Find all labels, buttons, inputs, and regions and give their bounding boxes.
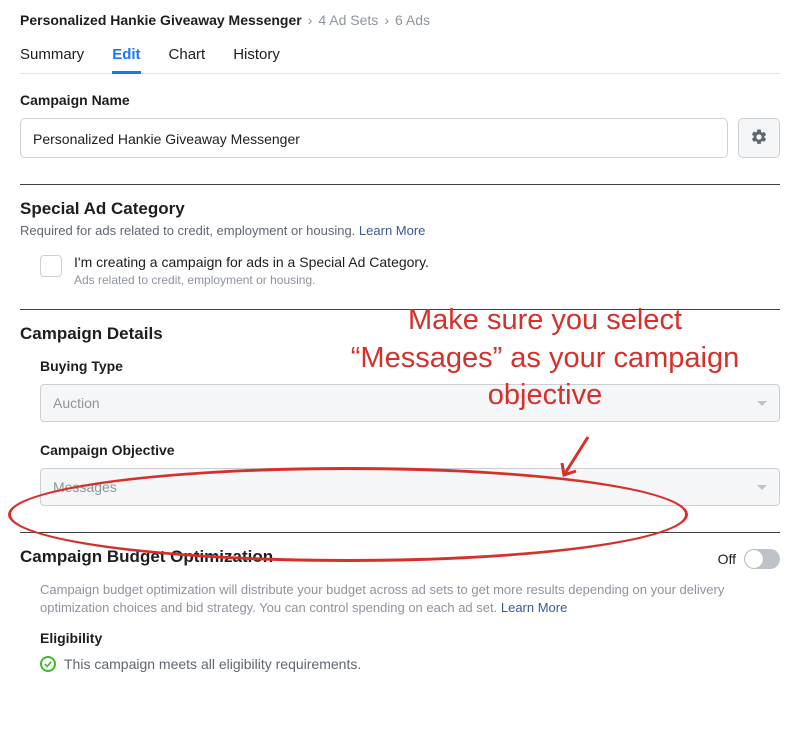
- special-learn-more-link[interactable]: Learn More: [359, 223, 425, 238]
- cbo-heading: Campaign Budget Optimization: [20, 547, 273, 567]
- tab-chart[interactable]: Chart: [169, 42, 206, 73]
- toggle-knob: [745, 550, 763, 568]
- breadcrumb: Personalized Hankie Giveaway Messenger ›…: [20, 12, 780, 28]
- special-ad-heading: Special Ad Category: [20, 199, 780, 219]
- buying-type-label: Buying Type: [20, 358, 780, 374]
- tabs-bar: Summary Edit Chart History: [20, 42, 780, 74]
- cbo-description: Campaign budget optimization will distri…: [20, 581, 780, 616]
- buying-type-value: Auction: [53, 395, 100, 411]
- checkmark-circle-icon: [40, 656, 56, 672]
- chevron-down-icon: [757, 401, 767, 406]
- campaign-name-input[interactable]: Personalized Hankie Giveaway Messenger: [20, 118, 728, 158]
- gear-icon: [750, 128, 768, 149]
- special-ad-checkbox-sublabel: Ads related to credit, employment or hou…: [74, 273, 429, 287]
- buying-type-select[interactable]: Auction: [40, 384, 780, 422]
- campaign-details-heading: Campaign Details: [20, 324, 780, 344]
- divider: [20, 184, 780, 185]
- campaign-name-settings-button[interactable]: [738, 118, 780, 158]
- special-ad-subtext: Required for ads related to credit, empl…: [20, 223, 780, 238]
- breadcrumb-adsets[interactable]: 4 Ad Sets: [318, 12, 378, 28]
- breadcrumb-ads[interactable]: 6 Ads: [395, 12, 430, 28]
- cbo-learn-more-link[interactable]: Learn More: [501, 600, 567, 615]
- eligibility-label: Eligibility: [20, 630, 780, 646]
- divider: [20, 532, 780, 533]
- campaign-objective-value: Messages: [53, 479, 117, 495]
- campaign-name-label: Campaign Name: [20, 92, 780, 108]
- cbo-toggle-label: Off: [718, 551, 736, 567]
- divider: [20, 309, 780, 310]
- special-ad-checkbox-label: I'm creating a campaign for ads in a Spe…: [74, 254, 429, 270]
- breadcrumb-campaign: Personalized Hankie Giveaway Messenger: [20, 12, 302, 28]
- special-ad-checkbox[interactable]: [40, 255, 62, 277]
- tab-summary[interactable]: Summary: [20, 42, 84, 73]
- cbo-toggle[interactable]: [744, 549, 780, 569]
- tab-edit[interactable]: Edit: [112, 42, 140, 73]
- campaign-objective-label: Campaign Objective: [20, 442, 780, 458]
- chevron-right-icon: ›: [308, 12, 313, 28]
- campaign-objective-select[interactable]: Messages: [40, 468, 780, 506]
- eligibility-text: This campaign meets all eligibility requ…: [64, 656, 361, 672]
- tab-history[interactable]: History: [233, 42, 280, 73]
- chevron-down-icon: [757, 485, 767, 490]
- chevron-right-icon: ›: [384, 12, 389, 28]
